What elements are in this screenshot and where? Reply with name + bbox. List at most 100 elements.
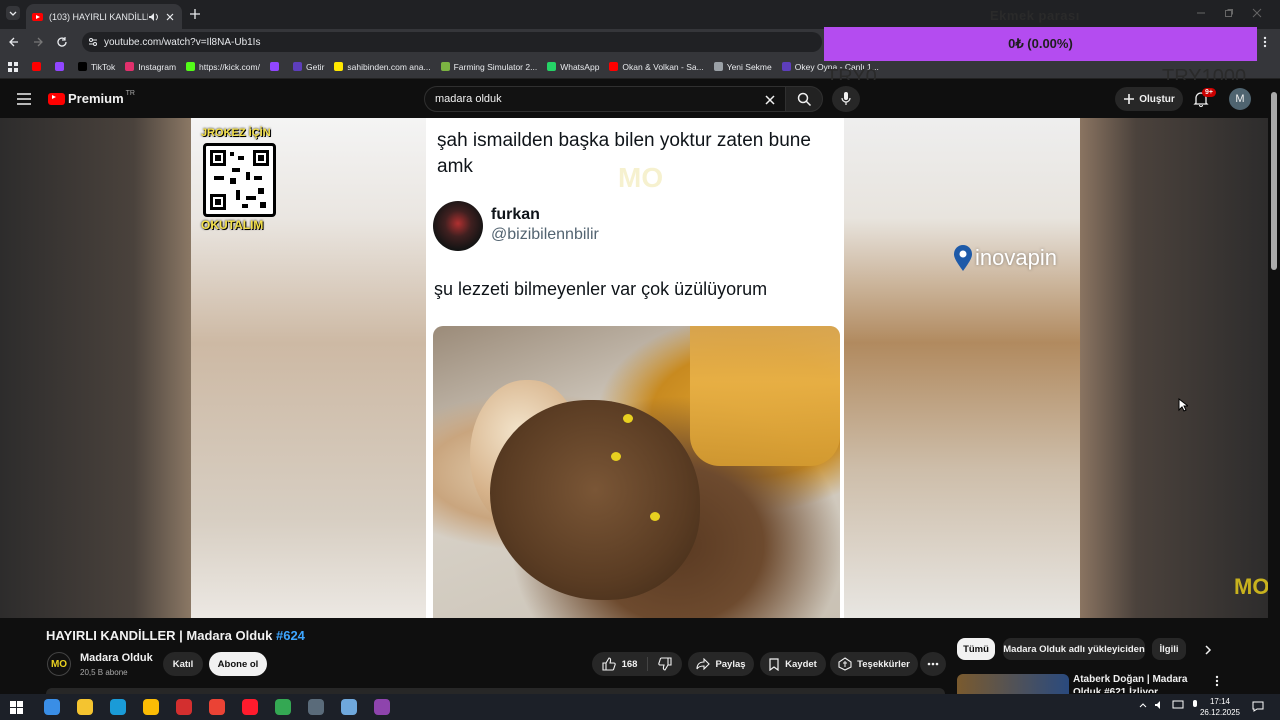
- chevron-down-icon: [9, 11, 17, 16]
- qr-caption-top: JROKEZ İÇİN: [201, 127, 271, 139]
- taskbar-app-icon[interactable]: [109, 699, 126, 715]
- bookmark-favicon-icon: [609, 62, 619, 71]
- address-bar[interactable]: youtube.com/watch?v=Il8NA-Ub1Is: [82, 32, 822, 52]
- back-icon[interactable]: [8, 36, 20, 48]
- donation-progress-bar: 0₺ (0.00%): [824, 27, 1257, 61]
- taskbar-app-icon[interactable]: [307, 699, 324, 715]
- taskbar-app-icon[interactable]: [340, 699, 357, 715]
- tab-title: (103) HAYIRLI KANDİLLER |: [49, 11, 148, 22]
- bookmark-item[interactable]: Okan & Volkan - Sa...: [609, 62, 704, 72]
- photo-corn-1: [623, 414, 633, 423]
- save-button[interactable]: Kaydet: [760, 652, 826, 676]
- search-input[interactable]: madara olduk: [424, 86, 786, 112]
- channel-avatar[interactable]: MO: [47, 652, 71, 676]
- hamburger-menu-icon[interactable]: [17, 93, 31, 105]
- bookmark-item[interactable]: Getir: [292, 61, 325, 72]
- bookmark-item[interactable]: TikTok: [78, 62, 115, 72]
- notification-center-icon[interactable]: [1252, 701, 1264, 712]
- thanks-button[interactable]: Teşekkürler: [830, 652, 918, 676]
- video-title: HAYIRLI KANDİLLER | Madara Olduk #624: [46, 628, 305, 643]
- volume-icon[interactable]: [1154, 700, 1166, 710]
- bookmark-item[interactable]: [55, 62, 68, 71]
- browser-tab-active[interactable]: (103) HAYIRLI KANDİLLER |: [26, 4, 182, 29]
- recommended-thumbnail[interactable]: [957, 674, 1069, 694]
- qr-pattern-icon: [210, 150, 269, 210]
- bookmark-label: https://kick.com/: [199, 61, 260, 72]
- bookmark-item[interactable]: Instagram: [125, 62, 176, 72]
- chip-all[interactable]: Tümü: [957, 638, 995, 660]
- restore-icon[interactable]: [1224, 8, 1234, 18]
- speaker-icon[interactable]: [148, 12, 160, 22]
- bookmark-item[interactable]: [32, 62, 45, 71]
- taskbar-app-icon[interactable]: [373, 699, 390, 715]
- account-avatar[interactable]: M: [1229, 88, 1251, 110]
- subscribe-button[interactable]: Abone ol: [209, 652, 267, 676]
- taskbar-app-icon[interactable]: [43, 699, 60, 715]
- chip-from-uploader[interactable]: Madara Olduk adlı yükleyiciden: [1003, 638, 1145, 660]
- create-label: Oluştur: [1139, 93, 1175, 105]
- dislike-button[interactable]: [648, 657, 672, 671]
- bookmark-item[interactable]: https://kick.com/: [186, 62, 260, 72]
- sponsor-name: inovapin: [975, 245, 1057, 270]
- minimize-icon[interactable]: [1196, 8, 1206, 18]
- taskbar-app-icon[interactable]: [274, 699, 291, 715]
- close-tab-icon[interactable]: [164, 12, 176, 22]
- mouse-cursor-icon: [1178, 398, 1188, 412]
- bookmark-item[interactable]: WhatsApp: [547, 62, 599, 72]
- search-button[interactable]: [785, 86, 823, 112]
- browser-menu-icon[interactable]: [1260, 36, 1270, 48]
- youtube-favicon-icon: [32, 12, 43, 21]
- bookmark-label: Getir: [305, 61, 325, 72]
- photo-drink-glass: [690, 326, 840, 466]
- tweet-avatar: [433, 201, 483, 251]
- chevron-right-icon[interactable]: [1203, 645, 1213, 655]
- network-icon[interactable]: [1172, 700, 1184, 710]
- youtube-logo[interactable]: Premium TR: [48, 90, 135, 106]
- video-title-hashtag[interactable]: #624: [276, 628, 305, 643]
- recommended-title[interactable]: Ataberk Doğan | Madara Olduk #621 İzliyo…: [1073, 673, 1203, 693]
- channel-name[interactable]: Madara Olduk: [80, 652, 153, 664]
- scrollbar-thumb[interactable]: [1271, 92, 1277, 270]
- notifications-button[interactable]: 9+: [1193, 88, 1216, 107]
- tweet-author-handle: @bizibilennbilir: [491, 226, 599, 243]
- chip-related[interactable]: İlgili: [1152, 638, 1186, 660]
- bookmark-item[interactable]: [269, 62, 283, 71]
- more-vertical-icon[interactable]: [1215, 675, 1219, 687]
- close-window-icon[interactable]: [1252, 8, 1262, 18]
- bookmark-item[interactable]: Farming Simulator 2...: [440, 62, 537, 72]
- reload-icon[interactable]: [56, 36, 68, 48]
- donation-goal-title: Ekmek parası: [990, 8, 1080, 23]
- bookmark-list: TikTok Instagram https://kick.com/Getir sah…: [32, 62, 889, 72]
- more-actions-button[interactable]: [920, 652, 946, 676]
- clear-search-icon[interactable]: [765, 95, 775, 105]
- bookmark-label: Yeni Sekme: [726, 61, 772, 72]
- create-button[interactable]: Oluştur: [1115, 87, 1183, 111]
- windows-start-icon[interactable]: [10, 700, 23, 714]
- bookmark-item[interactable]: sahibinden.com ana...: [334, 62, 431, 72]
- bookmark-item[interactable]: Yeni Sekme: [713, 61, 772, 72]
- video-blur-right[interactable]: [844, 118, 1080, 618]
- site-info-icon[interactable]: [88, 37, 98, 47]
- thumbs-down-icon: [658, 657, 672, 671]
- join-button[interactable]: Katıl: [163, 652, 203, 676]
- chevron-up-icon[interactable]: [1138, 700, 1148, 710]
- share-button[interactable]: Paylaş: [688, 652, 754, 676]
- clock-date: 26.12.2025: [1199, 708, 1241, 717]
- system-tray: [1138, 700, 1200, 710]
- save-label: Kaydet: [785, 658, 817, 670]
- taskbar-app-icon[interactable]: [241, 699, 258, 715]
- plus-icon: [1124, 94, 1135, 104]
- tab-search-button[interactable]: [6, 6, 20, 20]
- taskbar-app-icon[interactable]: [208, 699, 225, 715]
- taskbar-app-icon[interactable]: [142, 699, 159, 715]
- new-tab-button[interactable]: [188, 7, 202, 21]
- apps-grid-icon[interactable]: [8, 61, 18, 72]
- taskbar-clock[interactable]: 17:14 26.12.2025: [1198, 696, 1242, 718]
- channel-watermark-corner[interactable]: MO: [1234, 574, 1269, 600]
- forward-icon[interactable]: [32, 36, 44, 48]
- voice-search-button[interactable]: [832, 86, 860, 112]
- taskbar-app-icon[interactable]: [76, 699, 93, 715]
- like-button[interactable]: 168: [602, 657, 649, 671]
- taskbar-app-icon[interactable]: [175, 699, 192, 715]
- player-ambient-left: [0, 118, 191, 618]
